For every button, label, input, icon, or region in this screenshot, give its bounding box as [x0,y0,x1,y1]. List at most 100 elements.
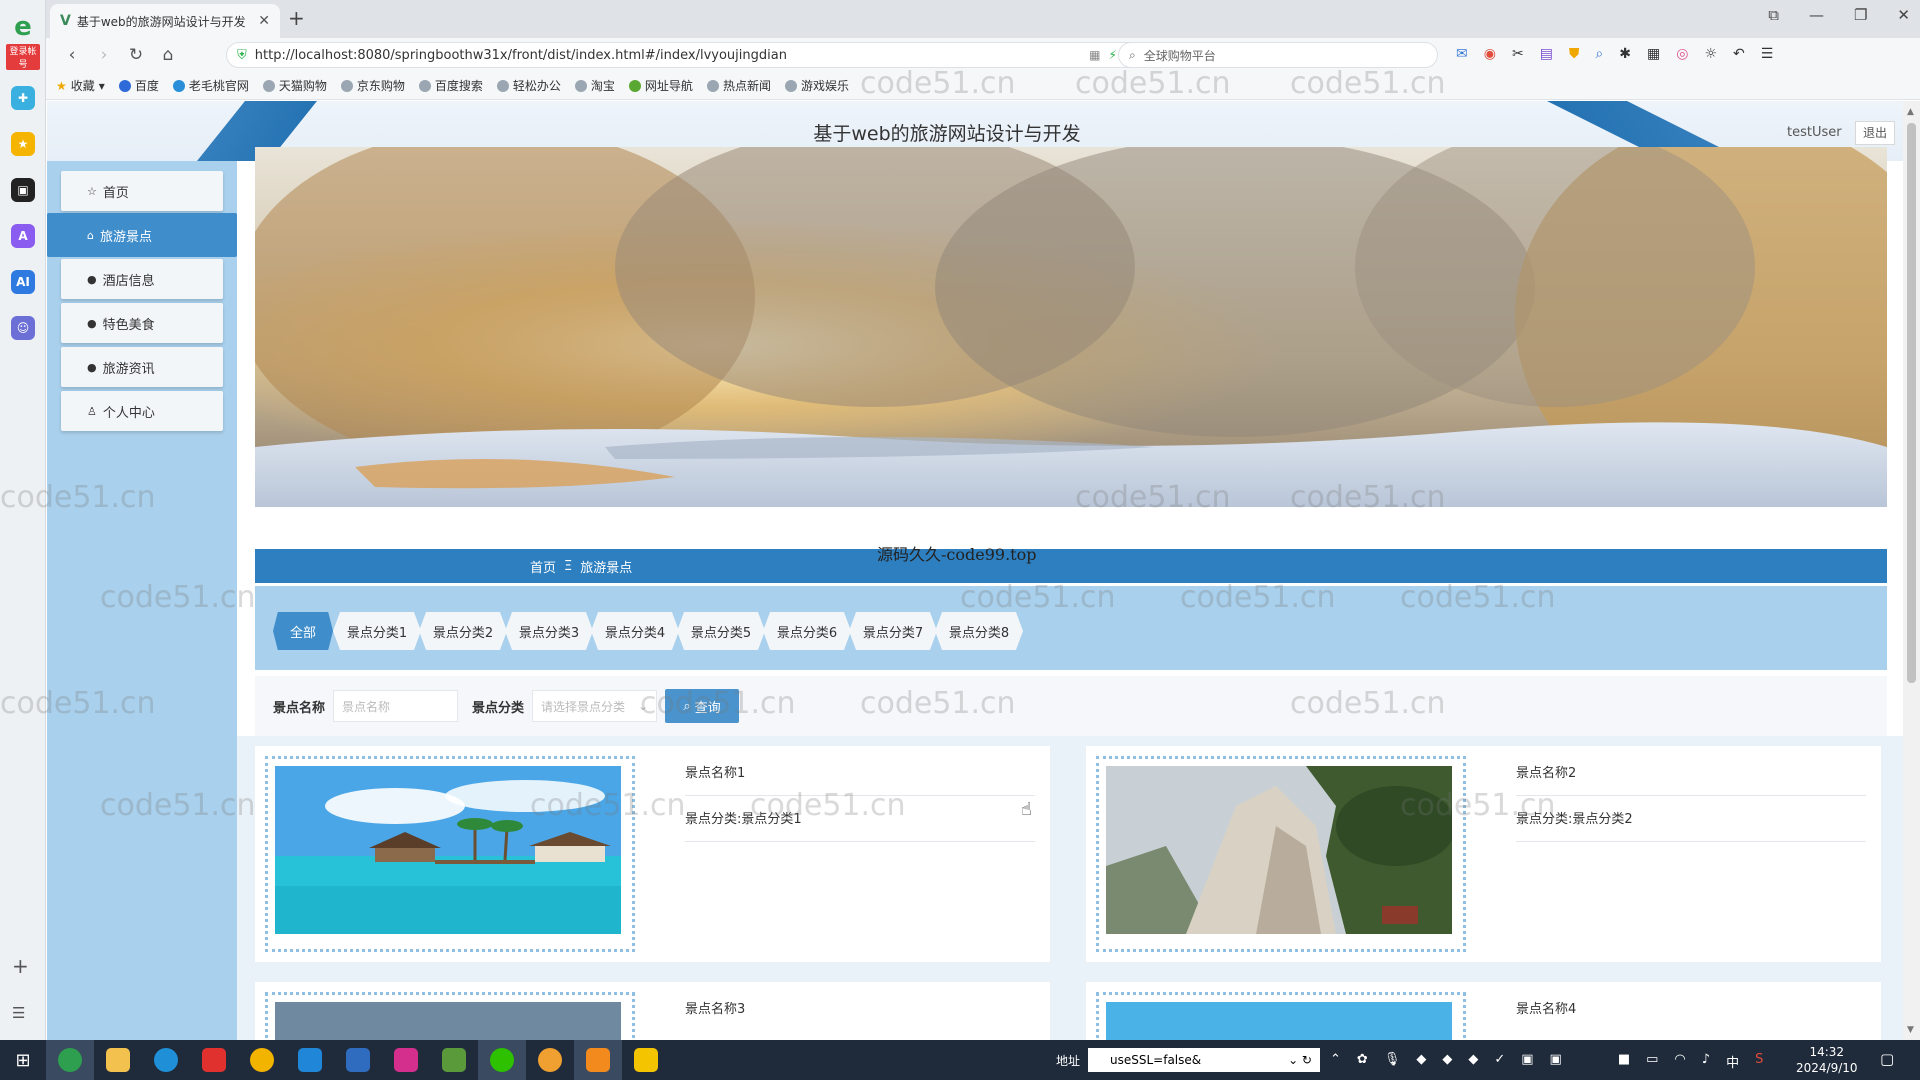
taskbar-sublime[interactable] [574,1040,622,1080]
new-tab-icon[interactable]: + [288,6,305,30]
sidebar-item-home[interactable]: ☆ 首页 [61,171,223,211]
bookmark-office[interactable]: 轻松办公 [496,77,561,94]
taskbar-navicat[interactable] [526,1040,574,1080]
browser-logo[interactable]: e 登录帐号 [6,12,40,70]
ai-assistant-icon[interactable]: A [11,224,35,248]
bookmark-favorites[interactable]: ★ 收藏 ▾ [56,77,105,94]
category-select[interactable]: 请选择景点分类 ⌄ [532,690,658,722]
taskbar-chrome[interactable] [238,1040,286,1080]
system-clock[interactable]: 14:32 2024/9/10 [1796,1044,1858,1076]
menu-icon[interactable]: ☰ [1761,46,1774,62]
taskbar-idea[interactable] [382,1040,430,1080]
tray-app-icon[interactable]: ✿ [1357,1052,1368,1071]
wifi-icon[interactable]: ◠ [1674,1052,1685,1071]
carousel-dot[interactable] [1047,515,1057,525]
category-6[interactable]: 景点分类6 [763,612,851,650]
puzzle-icon[interactable]: ✱ [1619,46,1631,62]
taskbar-word[interactable] [334,1040,382,1080]
breadcrumb-home[interactable]: 首页 [530,557,556,576]
sidebar-item-attractions[interactable]: ⌂ 旅游景点 [47,213,237,257]
attraction-card[interactable]: 景点名称2 景点分类:景点分类2 [1086,746,1881,962]
browser-tab[interactable]: V 基于web的旅游网站设计与开发 ✕ [50,4,280,38]
query-button[interactable]: ⌕ 查询 [665,689,740,723]
favorites-star-icon[interactable]: ★ [11,132,35,156]
battery-icon[interactable]: ▭ [1646,1052,1658,1071]
name-input[interactable]: 景点名称 [333,690,459,722]
tray-app-icon[interactable]: ◆ [1416,1052,1426,1071]
tray-app-icon[interactable]: ◆ [1468,1052,1478,1071]
microphone-icon[interactable]: 🎙 [1384,1052,1401,1071]
tray-app-icon[interactable]: ▣ [1521,1052,1533,1071]
windows-start-icon[interactable]: ⊞ [0,1050,46,1071]
scissors-icon[interactable]: ✂ [1512,46,1524,62]
color-icon[interactable]: ◎ [1676,46,1688,62]
tray-app-icon[interactable]: ◆ [1442,1052,1452,1071]
scrollbar-thumb[interactable] [1907,123,1916,683]
category-8[interactable]: 景点分类8 [935,612,1023,650]
bookmark-baidu[interactable]: 百度 [118,77,159,94]
bookmark-news[interactable]: 热点新闻 [706,77,771,94]
url-text[interactable]: http://localhost:8080/springboothw31x/fr… [255,48,1081,63]
category-5[interactable]: 景点分类5 [677,612,765,650]
taskbar-tool[interactable] [430,1040,478,1080]
speed-icon[interactable]: ⚡ [1109,48,1117,62]
app-icon-1[interactable]: ✚ [11,86,35,110]
game-icon[interactable]: ▣ [11,178,35,202]
taskbar-explorer[interactable] [94,1040,142,1080]
carousel-dot[interactable] [1065,515,1075,525]
qr-icon[interactable]: ▦ [1089,48,1100,62]
attraction-image[interactable] [275,1002,621,1040]
bookmark-tmall[interactable]: 天猫购物 [262,77,327,94]
scroll-up-icon[interactable]: ▲ [1907,107,1914,117]
sidebar-item-news[interactable]: ● 旅游资讯 [61,347,223,387]
tray-app-icon[interactable]: ■ [1618,1052,1630,1071]
chat-bot-icon[interactable]: ☺ [11,316,35,340]
page-scrollbar[interactable]: ▲ ▼ [1903,101,1920,1040]
attraction-image[interactable] [1106,766,1452,934]
notification-icon[interactable]: ▢ [1880,1050,1894,1068]
taskbar-wechat[interactable] [478,1040,526,1080]
login-badge[interactable]: 登录帐号 [6,44,40,70]
attraction-card[interactable]: 景点名称4 [1086,982,1881,1040]
brightness-icon[interactable]: ☼ [1704,46,1717,62]
sogou-icon[interactable]: S [1755,1052,1763,1071]
bookmark-games[interactable]: 游戏娱乐 [784,77,849,94]
bookmark-jd[interactable]: 京东购物 [340,77,405,94]
scroll-down-icon[interactable]: ▼ [1907,1025,1914,1035]
category-2[interactable]: 景点分类2 [419,612,507,650]
category-all[interactable]: 全部 [273,612,333,650]
taskbar-browser[interactable] [46,1040,94,1080]
attraction-image[interactable] [275,766,621,934]
carousel-dot[interactable] [1083,515,1093,525]
taskbar-edge[interactable] [142,1040,190,1080]
taskbar-wps[interactable] [190,1040,238,1080]
magnifier-icon[interactable]: ⌕ [1595,46,1603,62]
attraction-card[interactable]: 景点名称3 [255,982,1050,1040]
logout-button[interactable]: 退出 [1855,121,1895,145]
tray-expand-icon[interactable]: ⌃ [1330,1052,1341,1071]
category-4[interactable]: 景点分类4 [591,612,679,650]
reload-icon[interactable]: ↻ [120,45,152,65]
chevron-down-icon[interactable]: ⌄ ↻ [1288,1053,1312,1067]
shield-ext-icon[interactable]: ⛊ [1569,46,1580,62]
category-3[interactable]: 景点分类3 [505,612,593,650]
sidebar-item-hotels[interactable]: ● 酒店信息 [61,259,223,299]
restore-icon[interactable]: ❐ [1854,6,1867,24]
home-icon[interactable]: ⌂ [152,45,184,65]
ime-indicator[interactable]: 中 [1726,1052,1739,1071]
mail-icon[interactable]: ✉ [1456,46,1468,62]
url-field[interactable]: ⛨ http://localhost:8080/springboothw31x/… [226,42,1146,68]
category-1[interactable]: 景点分类1 [333,612,421,650]
bookmark-nav[interactable]: 网址导航 [628,77,693,94]
forward-icon[interactable]: › [88,45,120,65]
sidebar-item-food[interactable]: ● 特色美食 [61,303,223,343]
category-7[interactable]: 景点分类7 [849,612,937,650]
weibo-icon[interactable]: ◉ [1484,46,1496,62]
bookmark-laomaotao[interactable]: 老毛桃官网 [172,77,249,94]
tray-app-icon[interactable]: ▣ [1550,1052,1562,1071]
close-tab-icon[interactable]: ✕ [258,13,270,29]
banner-carousel[interactable] [255,147,1887,507]
undo-icon[interactable]: ↶ [1733,46,1745,62]
menu-list-icon[interactable]: ☰ [12,1004,25,1022]
search-field[interactable]: ⌕ 全球购物平台 [1118,42,1438,68]
